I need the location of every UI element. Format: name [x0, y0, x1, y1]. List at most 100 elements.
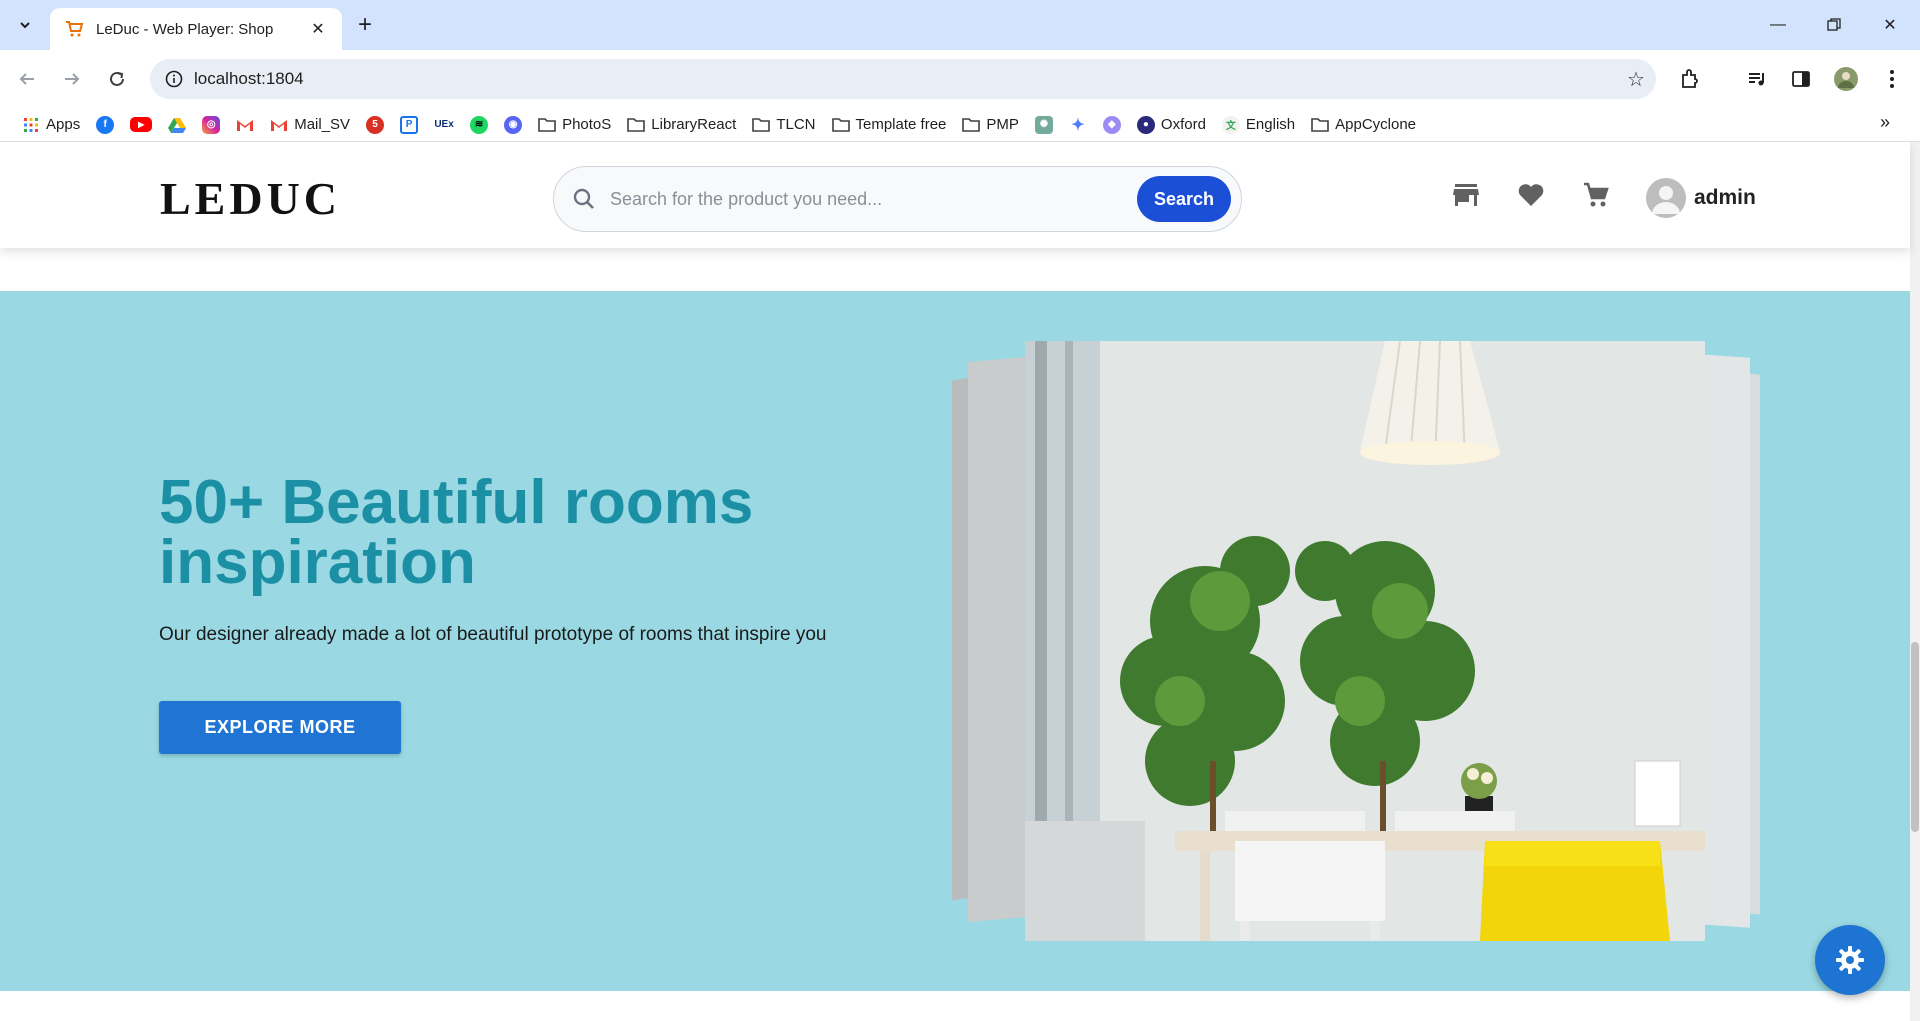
- bookmark-gmail[interactable]: [228, 111, 262, 139]
- bookmark-spotify[interactable]: ≋: [462, 111, 496, 139]
- browser-menu-icon[interactable]: [1875, 62, 1909, 96]
- uex-icon: UEx: [434, 115, 455, 134]
- settings-fab-button[interactable]: [1815, 925, 1885, 995]
- search-icon: [570, 185, 598, 213]
- cart-favicon-icon: [64, 19, 84, 39]
- search-bar: Search: [553, 166, 1242, 232]
- shield-app-icon: ◆: [1102, 115, 1121, 134]
- search-input[interactable]: [598, 188, 1137, 210]
- hero-subtitle: Our designer already made a lot of beaut…: [159, 624, 827, 645]
- bookmark-label: Mail_SV: [294, 116, 351, 133]
- bookmark-folder-appcyclone[interactable]: AppCyclone: [1303, 111, 1424, 139]
- close-window-button[interactable]: ✕: [1862, 0, 1918, 50]
- cart-icon[interactable]: [1579, 178, 1613, 212]
- bookmark-oxford[interactable]: ● Oxford: [1129, 111, 1214, 139]
- gmail-icon: [270, 116, 288, 134]
- bookmark-label: PhotoS: [562, 116, 612, 133]
- side-panel-icon[interactable]: [1784, 62, 1818, 96]
- folder-icon: [752, 116, 771, 134]
- user-name: admin: [1694, 186, 1756, 209]
- url-text: localhost:1804: [194, 69, 304, 88]
- extensions-icon[interactable]: [1673, 62, 1707, 96]
- bookmark-mail-sv[interactable]: Mail_SV: [262, 111, 358, 139]
- bookmark-label: Oxford: [1160, 116, 1206, 133]
- bookmark-ps-app[interactable]: P: [392, 111, 426, 139]
- gear-icon: [1836, 946, 1864, 974]
- hero-banner: 50+ Beautiful rooms inspiration Our desi…: [0, 291, 1910, 991]
- tab-title: LeDuc - Web Player: Shop: [96, 20, 274, 38]
- bookmark-english[interactable]: 文 English: [1214, 111, 1303, 139]
- site-header: LEDUC Search admin: [0, 142, 1910, 248]
- gmail-icon: [236, 116, 254, 134]
- slide-card-back-right-2: [1700, 354, 1750, 928]
- bookmark-folder-photos[interactable]: PhotoS: [530, 111, 619, 139]
- bookmark-folder-template-free[interactable]: Template free: [824, 111, 955, 139]
- explore-more-button[interactable]: EXPLORE MORE: [159, 701, 401, 754]
- forward-arrow-icon[interactable]: [55, 62, 89, 96]
- folder-icon: [627, 116, 646, 134]
- ps-app-icon: P: [400, 115, 419, 134]
- bookmark-discord[interactable]: ◉: [496, 111, 530, 139]
- address-bar[interactable]: localhost:1804 ☆: [150, 59, 1656, 99]
- page-scrollbar[interactable]: [1910, 142, 1920, 1021]
- bookmark-google-drive[interactable]: [160, 111, 194, 139]
- facebook-icon: f: [96, 115, 115, 134]
- bookmark-label: Apps: [46, 116, 81, 133]
- translate-icon: 文: [1221, 115, 1240, 134]
- gemini-icon: ✦: [1071, 116, 1085, 134]
- hero-title: 50+ Beautiful rooms inspiration: [159, 468, 754, 597]
- site-info-icon[interactable]: [154, 70, 194, 88]
- spotify-icon: ≋: [470, 115, 489, 134]
- scrollbar-thumb[interactable]: [1911, 642, 1919, 832]
- bookmark-label: English: [1245, 116, 1296, 133]
- bookmark-chatgpt[interactable]: ✺: [1027, 111, 1061, 139]
- minimize-button[interactable]: —: [1750, 0, 1806, 50]
- new-tab-button[interactable]: +: [350, 10, 380, 40]
- bookmark-label: PMP: [986, 116, 1019, 133]
- folder-icon: [538, 116, 556, 134]
- site-logo[interactable]: LEDUC: [160, 172, 341, 225]
- store-icon[interactable]: [1449, 178, 1483, 212]
- bookmark-label: Template free: [855, 116, 947, 133]
- bookmarks-bar: Apps f ▶ ◎ Mail_SV 5 P UEx ≋ ◉ PhotoS Li…: [0, 108, 1920, 142]
- user-menu[interactable]: admin: [1646, 178, 1756, 218]
- youtube-icon: ▶: [130, 117, 153, 132]
- bookmark-facebook[interactable]: f: [88, 111, 122, 139]
- bookmark-folder-libraryreact[interactable]: LibraryReact: [619, 111, 744, 139]
- bookmark-folder-tlcn[interactable]: TLCN: [744, 111, 823, 139]
- heart-icon[interactable]: [1514, 178, 1548, 212]
- bookmark-label: AppCyclone: [1335, 116, 1417, 133]
- web-page: LEDUC Search admin 50+ Beautiful rooms i…: [0, 142, 1920, 1021]
- browser-tab-bar: LeDuc - Web Player: Shop ✕ + — ✕: [0, 0, 1920, 50]
- more-bookmarks-chevron-icon[interactable]: »: [1880, 112, 1890, 133]
- chatgpt-icon: ✺: [1034, 115, 1053, 134]
- bookmark-badge-app[interactable]: 5: [358, 111, 392, 139]
- bookmark-instagram[interactable]: ◎: [194, 111, 228, 139]
- reload-icon[interactable]: [100, 62, 134, 96]
- folder-icon: [962, 116, 981, 134]
- bookmark-label: TLCN: [776, 116, 816, 133]
- room-image[interactable]: [1025, 341, 1705, 941]
- google-drive-icon: [168, 116, 187, 134]
- active-tab[interactable]: LeDuc - Web Player: Shop ✕: [50, 8, 342, 50]
- bookmark-star-icon[interactable]: ☆: [1616, 67, 1656, 92]
- back-arrow-icon[interactable]: [10, 62, 44, 96]
- restore-button[interactable]: [1806, 0, 1862, 50]
- user-avatar-icon: [1646, 178, 1686, 218]
- oxford-icon: ●: [1136, 115, 1155, 134]
- instagram-icon: ◎: [202, 115, 221, 134]
- bookmark-folder-pmp[interactable]: PMP: [954, 111, 1027, 139]
- folder-icon: [1311, 116, 1329, 134]
- profile-avatar[interactable]: [1829, 62, 1863, 96]
- media-control-icon[interactable]: [1740, 62, 1774, 96]
- bookmark-uex[interactable]: UEx: [426, 111, 462, 139]
- tab-search-dropdown-icon[interactable]: [10, 10, 40, 40]
- bookmark-gemini[interactable]: ✦: [1061, 111, 1095, 139]
- badge-app-icon: 5: [366, 115, 385, 134]
- bookmark-apps[interactable]: Apps: [14, 111, 88, 139]
- search-button[interactable]: Search: [1137, 176, 1231, 222]
- bookmark-youtube[interactable]: ▶: [122, 111, 160, 139]
- bookmark-shield-app[interactable]: ◆: [1095, 111, 1129, 139]
- folder-icon: [831, 116, 850, 134]
- tab-close-icon[interactable]: ✕: [308, 19, 328, 39]
